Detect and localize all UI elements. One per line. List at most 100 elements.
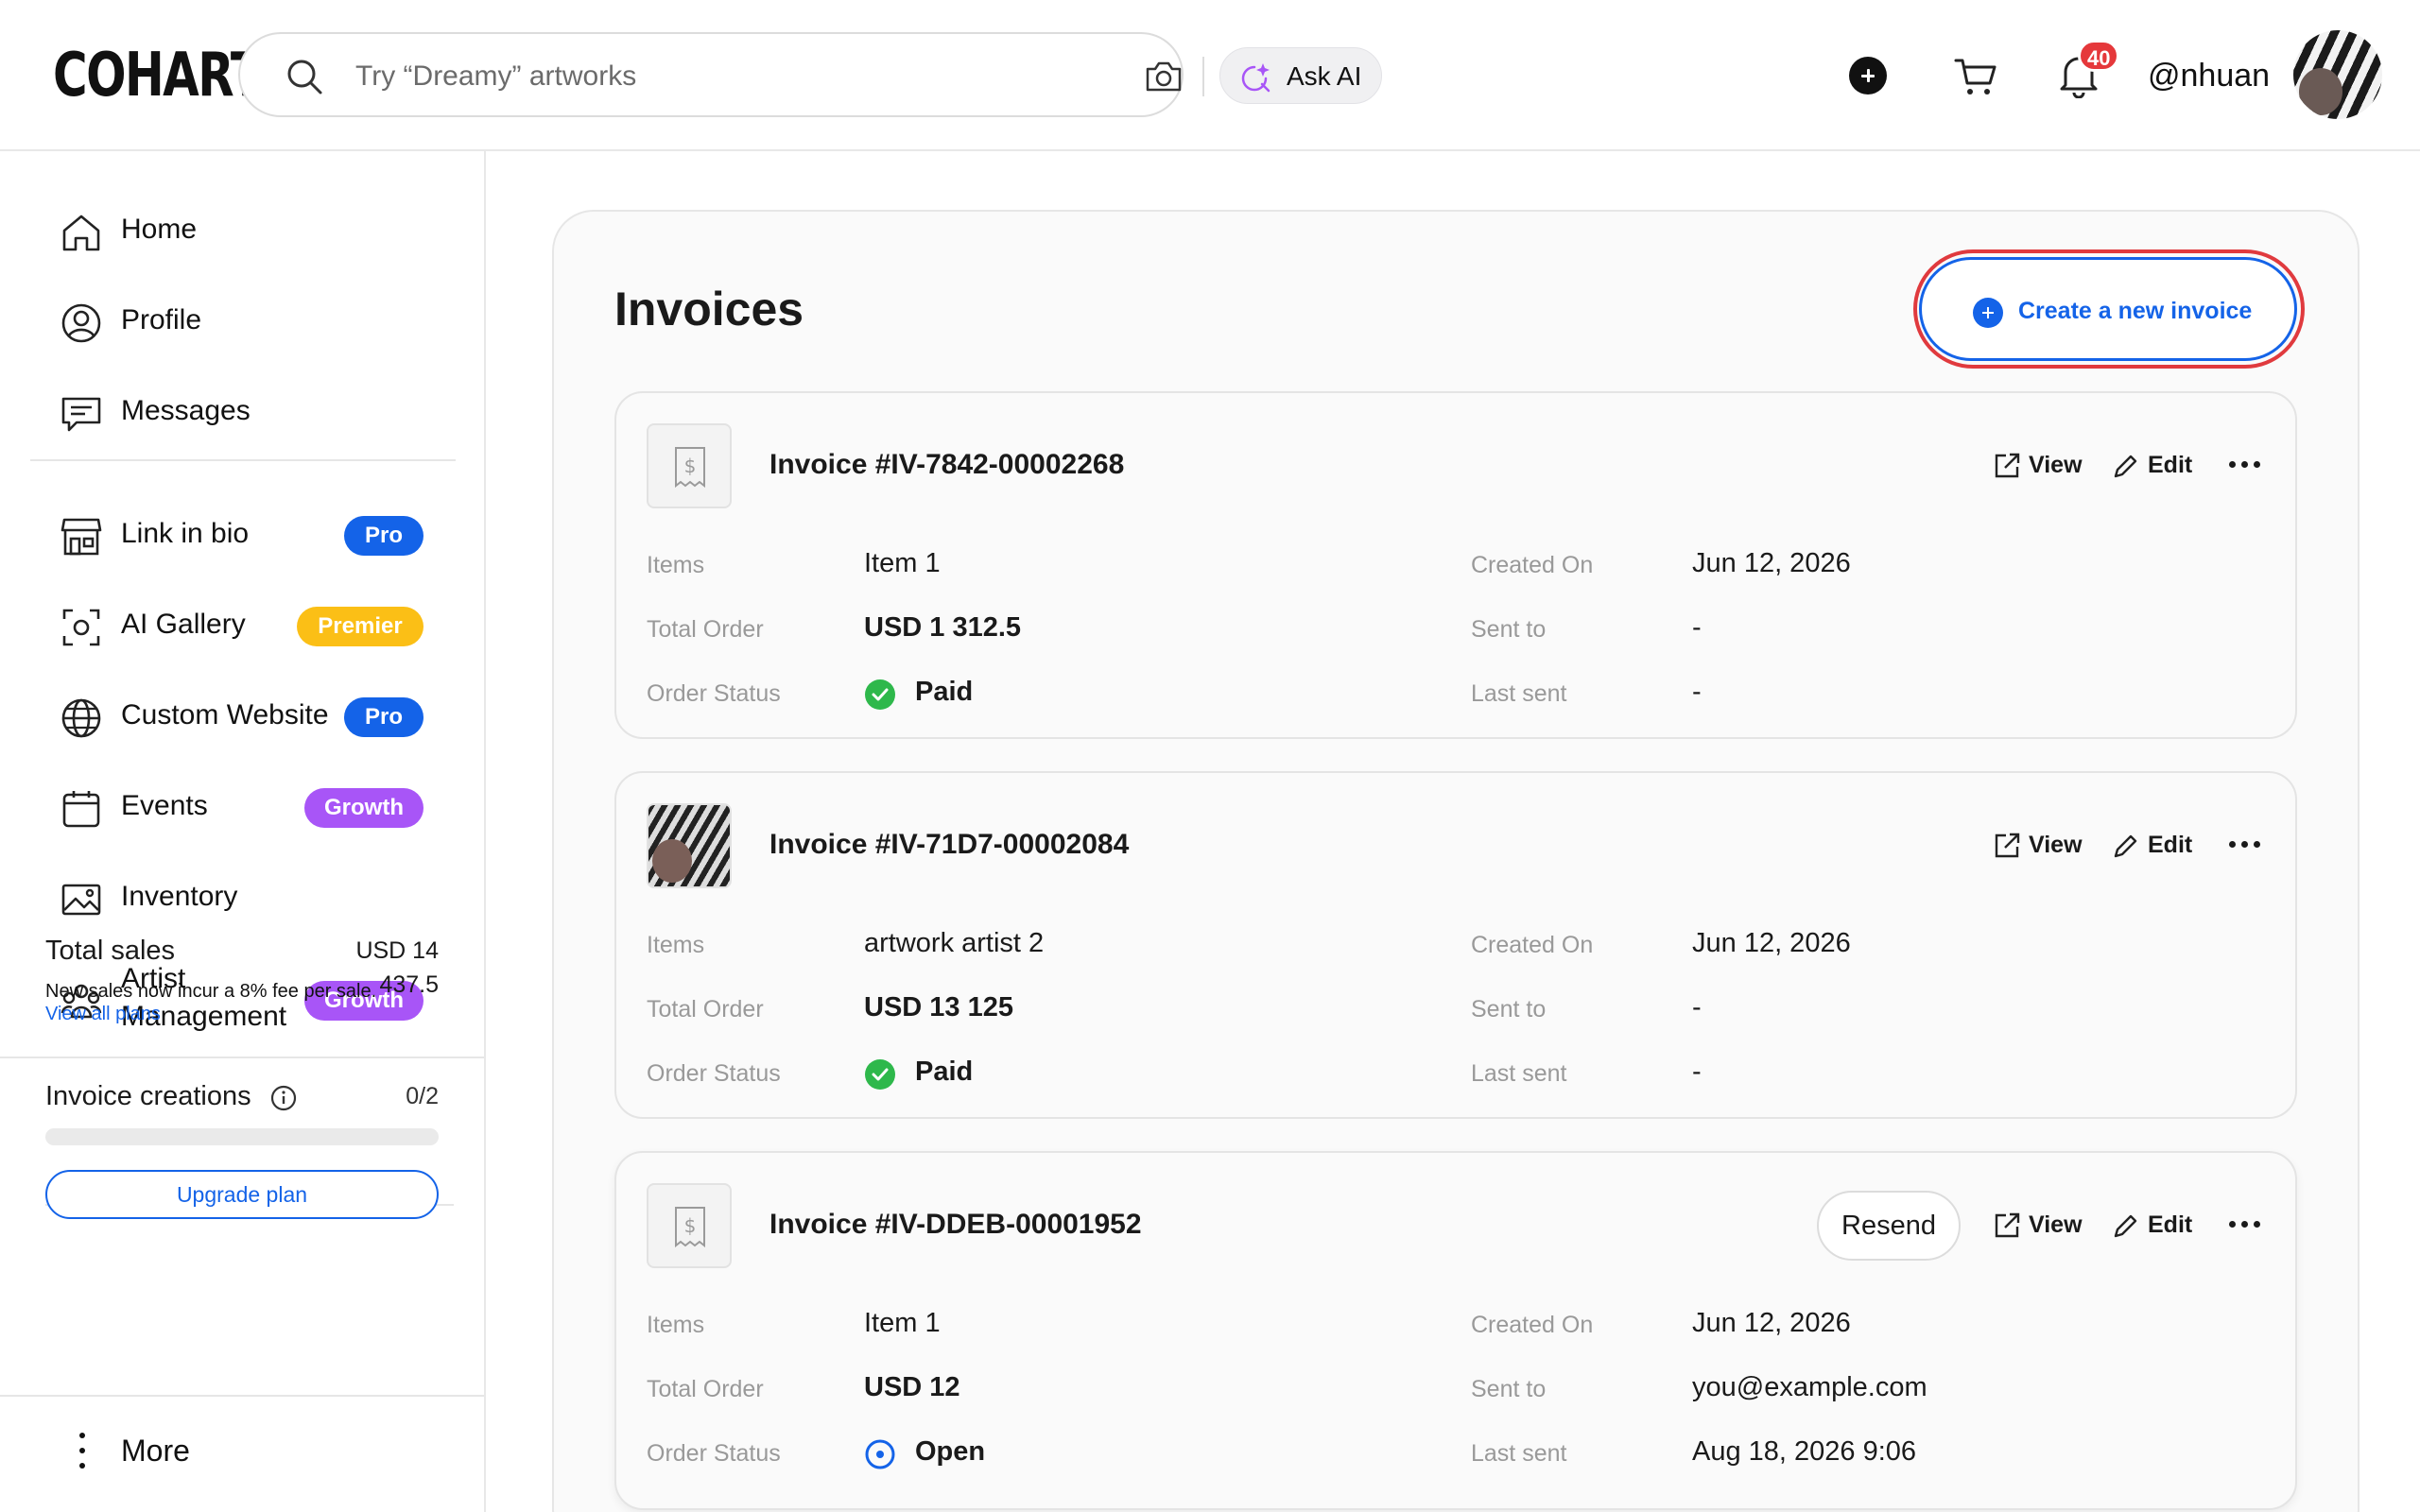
ask-ai-label: Ask AI bbox=[1287, 61, 1362, 91]
edit-button[interactable]: Edit bbox=[2112, 826, 2197, 864]
view-label: View bbox=[2029, 832, 2083, 858]
info-icon[interactable] bbox=[270, 1085, 297, 1111]
sidebar-item-custom-website[interactable]: Custom Website Pro bbox=[60, 690, 458, 743]
plan-badge-premier: Premier bbox=[297, 607, 424, 646]
order-status-label: Order Status bbox=[647, 1060, 781, 1087]
plan-badge-pro: Pro bbox=[344, 516, 424, 556]
sidebar-item-inventory[interactable]: Inventory bbox=[60, 871, 458, 924]
invoice-card: Invoice #IV-71D7-00002084 View Edit Item… bbox=[614, 771, 2297, 1119]
sales-fee-note: New sales now incur a 8% fee per sale. bbox=[45, 981, 377, 1002]
check-circle-icon bbox=[865, 1059, 895, 1090]
ai-sparkle-icon bbox=[1241, 63, 1270, 93]
camera-icon[interactable] bbox=[1144, 57, 1184, 96]
created-on-label: Created On bbox=[1471, 932, 1594, 958]
plan-badge-pro: Pro bbox=[344, 697, 424, 737]
create-invoice-button[interactable]: Create a new invoice bbox=[1919, 257, 2297, 361]
last-sent-value: - bbox=[1692, 677, 1702, 707]
total-sales-title: Total sales bbox=[45, 936, 176, 966]
ask-ai-button[interactable]: Ask AI bbox=[1219, 47, 1382, 104]
sent-to-value: - bbox=[1692, 612, 1702, 643]
invoice-number[interactable]: Invoice #IV-DDEB-00001952 bbox=[769, 1206, 1142, 1244]
more-options-icon[interactable] bbox=[2229, 461, 2261, 469]
sidebar-item-label: Home bbox=[121, 214, 198, 245]
calendar-icon bbox=[62, 791, 100, 828]
page-title: Invoices bbox=[614, 283, 804, 335]
more-options-icon[interactable] bbox=[2229, 1221, 2261, 1228]
items-value: artwork artist 2 bbox=[864, 928, 1045, 958]
username[interactable]: @nhuan bbox=[2148, 53, 2270, 98]
sidebar-item-messages[interactable]: Messages bbox=[60, 386, 458, 438]
edit-label: Edit bbox=[2148, 452, 2193, 478]
sent-to-value: - bbox=[1692, 992, 1702, 1022]
sidebar-divider bbox=[0, 1395, 484, 1397]
notification-badge: 40 bbox=[2078, 40, 2120, 72]
order-status-label: Order Status bbox=[647, 680, 781, 707]
edit-button[interactable]: Edit bbox=[2112, 1206, 2197, 1244]
cohart-logo[interactable]: COHART bbox=[53, 42, 263, 110]
edit-button[interactable]: Edit bbox=[2112, 446, 2197, 484]
sidebar-item-label: Inventory bbox=[121, 881, 238, 912]
invoice-thumbnail: $ bbox=[647, 423, 732, 508]
items-label: Items bbox=[647, 552, 705, 578]
top-bar: COHART Try “Dreamy” artworks Ask AI 40 @… bbox=[0, 0, 2420, 151]
last-sent-label: Last sent bbox=[1471, 1060, 1567, 1087]
edit-label: Edit bbox=[2148, 832, 2193, 858]
sidebar-item-label: AI Gallery bbox=[121, 609, 246, 640]
items-value: Item 1 bbox=[864, 548, 941, 578]
view-button[interactable]: View bbox=[1993, 446, 2097, 484]
sidebar-divider bbox=[30, 459, 456, 461]
sidebar-item-label: Messages bbox=[121, 395, 251, 426]
created-on-value: Jun 12, 2026 bbox=[1692, 928, 1851, 958]
view-all-plans-link[interactable]: View all plans bbox=[45, 1002, 161, 1026]
pencil-icon bbox=[2114, 834, 2137, 858]
pencil-icon bbox=[2114, 1214, 2137, 1238]
sidebar-item-label: Link in bio bbox=[121, 518, 250, 549]
edit-label: Edit bbox=[2148, 1211, 2193, 1238]
total-order-value: USD 1 312.5 bbox=[864, 612, 1022, 643]
home-icon bbox=[62, 215, 100, 251]
plan-badge-growth: Growth bbox=[304, 788, 424, 828]
more-options-icon[interactable] bbox=[2229, 841, 2261, 849]
more-vertical-icon bbox=[79, 1433, 85, 1469]
order-status-label: Order Status bbox=[647, 1440, 781, 1467]
sidebar: Home Profile Messages Link in bio Pro AI… bbox=[0, 151, 486, 1512]
total-order-value: USD 13 125 bbox=[864, 992, 1013, 1022]
invoice-thumbnail: $ bbox=[647, 1183, 732, 1268]
add-button[interactable] bbox=[1849, 57, 1887, 94]
sidebar-item-label: More bbox=[121, 1434, 190, 1468]
search-input[interactable]: Try “Dreamy” artworks bbox=[355, 55, 636, 98]
view-button[interactable]: View bbox=[1993, 826, 2097, 864]
avatar[interactable] bbox=[2293, 30, 2382, 119]
order-status-value: Open bbox=[915, 1436, 986, 1467]
invoice-card: $ Invoice #IV-DDEB-00001952 Resend View … bbox=[614, 1151, 2297, 1510]
upgrade-plan-button[interactable]: Upgrade plan bbox=[45, 1170, 439, 1219]
invoice-number[interactable]: Invoice #IV-7842-00002268 bbox=[769, 446, 1124, 484]
sent-to-label: Sent to bbox=[1471, 996, 1547, 1022]
sidebar-item-label: Events bbox=[121, 790, 208, 821]
search-bar[interactable]: Try “Dreamy” artworks Ask AI bbox=[238, 32, 1382, 117]
sidebar-item-events[interactable]: Events Growth bbox=[60, 781, 458, 833]
open-status-icon bbox=[865, 1439, 895, 1469]
pencil-icon bbox=[2114, 455, 2137, 478]
view-label: View bbox=[2029, 1211, 2083, 1238]
cart-icon[interactable] bbox=[1953, 53, 1998, 98]
sidebar-item-home[interactable]: Home bbox=[60, 204, 458, 257]
sidebar-item-ai-gallery[interactable]: AI Gallery Premier bbox=[60, 599, 458, 652]
total-order-label: Total Order bbox=[647, 996, 764, 1022]
created-on-value: Jun 12, 2026 bbox=[1692, 548, 1851, 578]
sidebar-item-label: Custom Website bbox=[121, 699, 329, 730]
receipt-dollar-icon: $ bbox=[675, 1207, 705, 1247]
resend-button[interactable]: Resend bbox=[1817, 1191, 1961, 1261]
view-button[interactable]: View bbox=[1993, 1206, 2097, 1244]
last-sent-label: Last sent bbox=[1471, 1440, 1567, 1467]
created-on-label: Created On bbox=[1471, 552, 1594, 578]
invoice-number[interactable]: Invoice #IV-71D7-00002084 bbox=[769, 826, 1129, 864]
sidebar-item-more[interactable]: More bbox=[66, 1427, 444, 1474]
invoice-creations-progress bbox=[45, 1128, 439, 1145]
sidebar-item-link-in-bio[interactable]: Link in bio Pro bbox=[60, 508, 458, 561]
view-label: View bbox=[2029, 452, 2083, 478]
invoice-card: $ Invoice #IV-7842-00002268 View Edit It… bbox=[614, 391, 2297, 739]
items-value: Item 1 bbox=[864, 1308, 941, 1338]
order-status-value: Paid bbox=[915, 1057, 974, 1087]
sidebar-item-profile[interactable]: Profile bbox=[60, 295, 458, 348]
